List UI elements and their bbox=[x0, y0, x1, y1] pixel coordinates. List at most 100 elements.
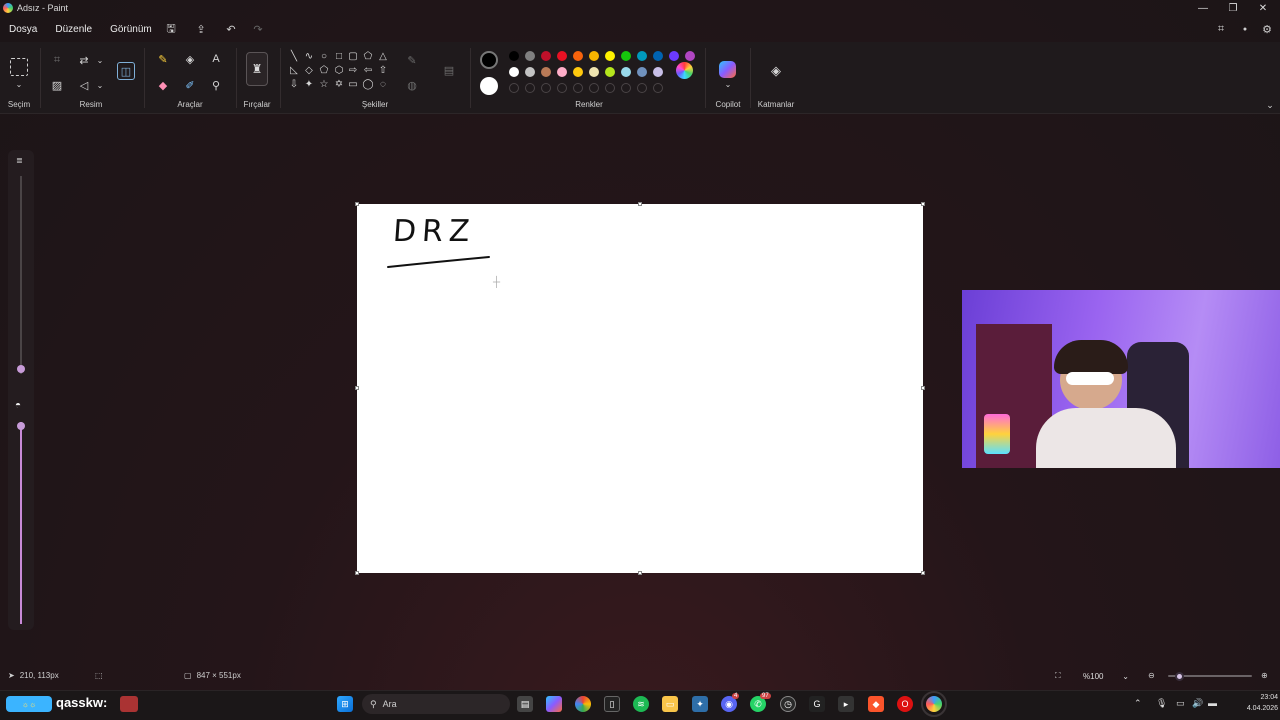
five-point-star-icon[interactable]: ☆ bbox=[318, 78, 330, 90]
layers-icon[interactable]: ◈ bbox=[768, 63, 784, 79]
color-swatch[interactable] bbox=[669, 51, 679, 61]
resize-chevron-icon[interactable]: ⌄ bbox=[92, 52, 108, 68]
maximize-button[interactable]: ❐ bbox=[1218, 0, 1248, 16]
image-creator-icon[interactable]: ◫ bbox=[117, 62, 135, 80]
text-tool-icon[interactable]: A bbox=[208, 51, 224, 67]
callout-rect-icon[interactable]: ▭ bbox=[347, 78, 359, 90]
color-swatch[interactable] bbox=[509, 67, 519, 77]
zoom-select[interactable]: %100 ⌄ bbox=[1077, 668, 1137, 684]
line-shape-icon[interactable]: ╲ bbox=[288, 50, 300, 62]
callout-oval-icon[interactable]: ◯ bbox=[362, 78, 374, 90]
curve-shape-icon[interactable]: ∿ bbox=[303, 50, 315, 62]
color-swatch[interactable] bbox=[573, 51, 583, 61]
copilot-taskbar-icon[interactable] bbox=[546, 696, 562, 712]
edit-colors-icon[interactable] bbox=[676, 62, 693, 79]
arrow-up-shape-icon[interactable]: ⇧ bbox=[377, 64, 389, 76]
selection-chevron-down-icon[interactable]: ⌄ bbox=[11, 76, 27, 92]
pentagon-shape-icon[interactable]: ⬠ bbox=[318, 64, 330, 76]
custom-color-slot[interactable] bbox=[525, 83, 535, 93]
color-swatch[interactable] bbox=[573, 67, 583, 77]
redo-icon[interactable]: ↷ bbox=[249, 20, 267, 38]
opacity-track[interactable] bbox=[20, 422, 22, 624]
collapse-ribbon-chevron-icon[interactable]: ⌄ bbox=[1262, 97, 1278, 113]
arrow-left-shape-icon[interactable]: ⇦ bbox=[362, 64, 374, 76]
selection-rectangle-icon[interactable] bbox=[10, 58, 28, 76]
clock-app-icon[interactable]: ◷ bbox=[780, 696, 796, 712]
color-swatch[interactable] bbox=[605, 51, 615, 61]
opera-gx-icon[interactable]: O bbox=[897, 696, 913, 712]
custom-color-slot[interactable] bbox=[557, 83, 567, 93]
color-swatch[interactable] bbox=[525, 67, 535, 77]
shape-style-icon[interactable]: ▤ bbox=[441, 62, 457, 78]
callout-cloud-icon[interactable]: ◌ bbox=[377, 78, 389, 90]
color-swatch[interactable] bbox=[653, 51, 663, 61]
custom-color-slot[interactable] bbox=[621, 83, 631, 93]
color-swatch[interactable] bbox=[637, 51, 647, 61]
feedback-icon[interactable]: ⌗ bbox=[1212, 20, 1230, 38]
taskbar-search[interactable]: ⚲ Ara bbox=[362, 694, 510, 714]
right-triangle-shape-icon[interactable]: ◺ bbox=[288, 64, 300, 76]
chrome-icon[interactable] bbox=[575, 696, 591, 712]
share-icon[interactable]: ⇪ bbox=[192, 20, 210, 38]
color-swatch[interactable] bbox=[557, 51, 567, 61]
canvas-resize-handle[interactable] bbox=[638, 202, 642, 206]
arrow-down-shape-icon[interactable]: ⇩ bbox=[288, 78, 300, 90]
start-windows-icon[interactable]: ⊞ bbox=[337, 696, 353, 712]
terminal-icon[interactable]: ▸ bbox=[838, 696, 854, 712]
zoom-in-icon[interactable]: ⊕ bbox=[1261, 671, 1268, 680]
account-icon[interactable]: ● bbox=[1236, 20, 1254, 38]
hexagon-shape-icon[interactable]: ⬡ bbox=[333, 64, 345, 76]
copilot-chevron-icon[interactable]: ⌄ bbox=[720, 76, 736, 92]
color-swatch[interactable] bbox=[589, 51, 599, 61]
canvas-resize-handle[interactable] bbox=[355, 571, 359, 575]
notepad-icon[interactable]: ▯ bbox=[604, 696, 620, 712]
canvas-resize-handle[interactable] bbox=[921, 202, 925, 206]
fill-icon[interactable]: ◍ bbox=[404, 77, 420, 93]
canvas-resize-handle[interactable] bbox=[638, 571, 642, 575]
close-button[interactable]: ✕ bbox=[1248, 0, 1278, 16]
triangle-shape-icon[interactable]: △ bbox=[377, 50, 389, 62]
zoom-out-icon[interactable]: ⊖ bbox=[1148, 671, 1155, 680]
crop-icon[interactable]: ⌗ bbox=[49, 52, 65, 68]
custom-color-slot[interactable] bbox=[605, 83, 615, 93]
rotate-icon[interactable]: ◁ bbox=[76, 77, 92, 93]
network-icon[interactable]: ▭ bbox=[1176, 698, 1185, 709]
color-swatch[interactable] bbox=[685, 51, 695, 61]
opacity-knob[interactable] bbox=[17, 422, 25, 430]
menu-view[interactable]: Görünüm bbox=[101, 24, 161, 35]
battery-icon[interactable]: ▬ bbox=[1208, 698, 1217, 708]
primary-color-swatch[interactable] bbox=[480, 51, 498, 69]
custom-color-slot[interactable] bbox=[509, 83, 519, 93]
fit-to-window-icon[interactable]: ⛶ bbox=[1055, 671, 1061, 681]
arrow-right-shape-icon[interactable]: ⇨ bbox=[347, 64, 359, 76]
microphone-icon[interactable]: 🎙 bbox=[1156, 698, 1167, 709]
settings-gear-icon[interactable]: ⚙ bbox=[1258, 20, 1276, 38]
polygon-shape-icon[interactable]: ⬠ bbox=[362, 50, 374, 62]
brave-icon[interactable]: ◆ bbox=[868, 696, 884, 712]
volume-icon[interactable]: 🔊 bbox=[1192, 698, 1203, 709]
resize-icon[interactable]: ⇄ bbox=[76, 52, 92, 68]
rectangle-shape-icon[interactable]: □ bbox=[333, 50, 345, 62]
color-swatch[interactable] bbox=[509, 51, 519, 61]
file-explorer-icon[interactable]: ▭ bbox=[662, 696, 678, 712]
color-swatch[interactable] bbox=[637, 67, 647, 77]
color-swatch[interactable] bbox=[653, 67, 663, 77]
menu-edit[interactable]: Düzenle bbox=[46, 24, 101, 35]
rotate-chevron-icon[interactable]: ⌄ bbox=[92, 77, 108, 93]
canvas-resize-handle[interactable] bbox=[921, 571, 925, 575]
custom-color-slot[interactable] bbox=[541, 83, 551, 93]
g-hub-icon[interactable]: G bbox=[809, 696, 825, 712]
color-swatch[interactable] bbox=[557, 67, 567, 77]
custom-color-slot[interactable] bbox=[637, 83, 647, 93]
color-swatch[interactable] bbox=[525, 51, 535, 61]
diamond-shape-icon[interactable]: ◇ bbox=[303, 64, 315, 76]
task-view-icon[interactable]: ▤ bbox=[517, 696, 533, 712]
canvas-resize-handle[interactable] bbox=[921, 386, 925, 390]
tray-overflow-chevron-icon[interactable]: ⌃ bbox=[1134, 698, 1142, 709]
color-swatch[interactable] bbox=[621, 51, 631, 61]
paint-taskbar-icon[interactable] bbox=[921, 691, 947, 717]
eraser-icon[interactable]: ◆ bbox=[155, 77, 171, 93]
oval-shape-icon[interactable]: ○ bbox=[318, 50, 330, 62]
background-removal-icon[interactable]: ▨ bbox=[49, 77, 65, 93]
brush-size-track[interactable] bbox=[20, 176, 22, 374]
